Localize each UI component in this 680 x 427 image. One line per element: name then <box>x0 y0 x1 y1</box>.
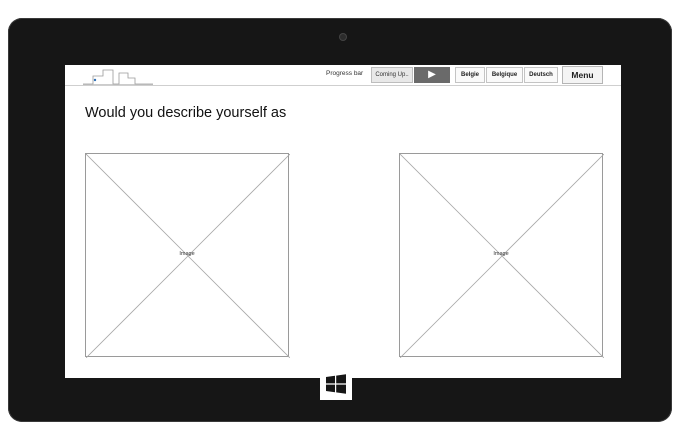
front-camera-icon <box>340 34 346 40</box>
play-icon: ▶ <box>428 69 436 80</box>
menu-button[interactable]: Menu <box>562 66 603 84</box>
image-option-right[interactable]: Image <box>399 153 604 358</box>
app-screen: Progress bar Coming Up.. ▶ Belgie Belgiq… <box>65 65 621 378</box>
image-placeholder-label: Image <box>493 251 509 257</box>
image-option-left[interactable]: Image <box>85 153 290 358</box>
progress-bar-label: Progress bar <box>326 70 364 77</box>
lang-belgie-button[interactable]: Belgie <box>455 67 485 83</box>
tablet-device: Progress bar Coming Up.. ▶ Belgie Belgiq… <box>8 18 672 422</box>
windows-start-button[interactable] <box>320 368 352 400</box>
coming-up-button[interactable]: Coming Up.. <box>371 67 413 83</box>
question-heading: Would you describe yourself as <box>85 105 287 121</box>
windows-start-icon <box>320 368 352 400</box>
lang-belgique-button[interactable]: Belgique <box>486 67 523 83</box>
image-placeholder-label: Image <box>179 251 195 257</box>
play-button[interactable]: ▶ <box>414 67 450 83</box>
top-bar: Progress bar Coming Up.. ▶ Belgie Belgiq… <box>65 65 621 86</box>
lang-deutsch-button[interactable]: Deutsch <box>524 67 558 83</box>
logo-skyline-icon[interactable] <box>83 66 153 85</box>
